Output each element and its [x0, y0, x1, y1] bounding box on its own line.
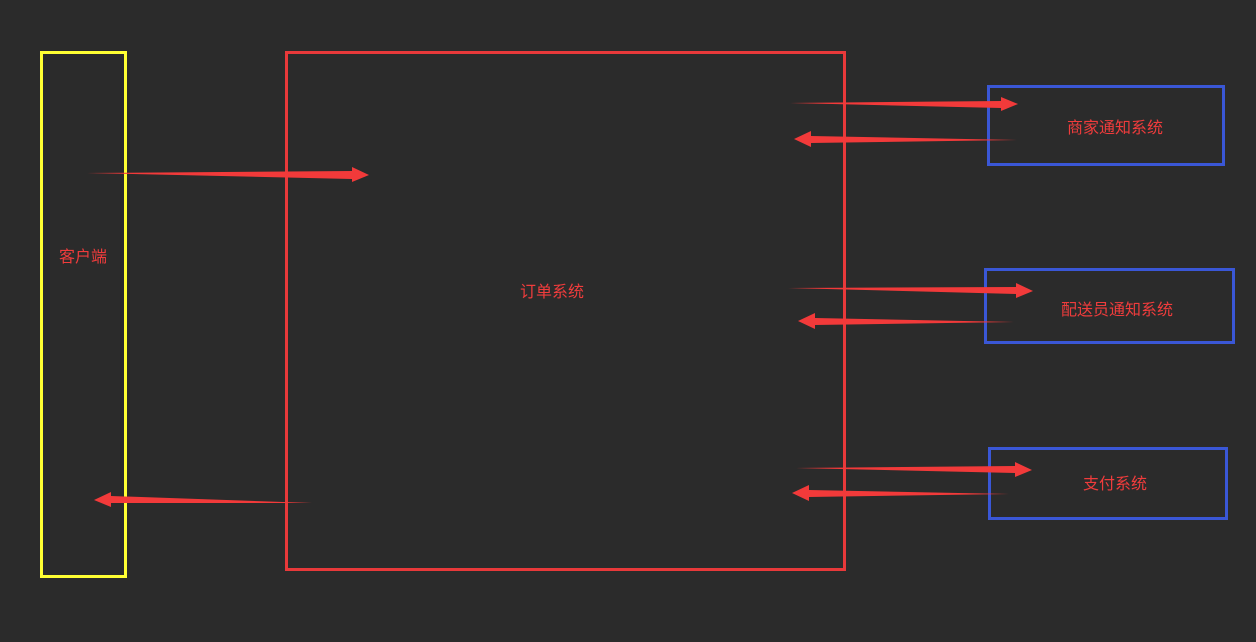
- courier-notification-label: 配送员通知系统: [1061, 300, 1174, 319]
- merchant-notification-label: 商家通知系统: [1067, 118, 1164, 137]
- client-node: [40, 51, 127, 578]
- diagram-canvas: 客户端 订单系统 商家通知系统 配送员通知系统 支付系统: [0, 0, 1256, 642]
- client-label: 客户端: [59, 247, 108, 266]
- order-system-node: [285, 51, 846, 571]
- order-system-label: 订单系统: [520, 282, 585, 301]
- payment-system-label: 支付系统: [1083, 474, 1148, 493]
